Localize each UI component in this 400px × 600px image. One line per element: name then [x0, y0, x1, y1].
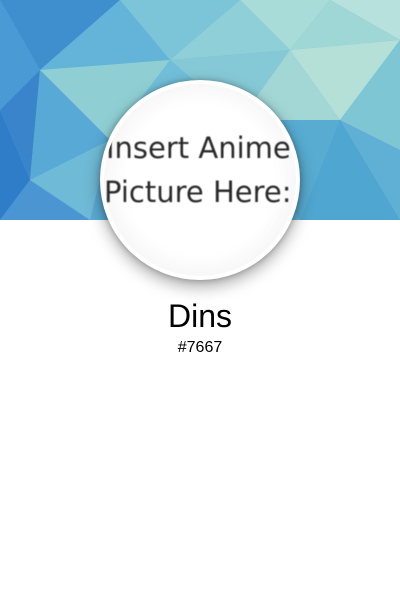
user-discriminator: #7667: [177, 339, 223, 356]
avatar-text-line-2: Picture Here:: [104, 175, 292, 209]
username: Dins: [167, 298, 232, 334]
avatar-placeholder-text: Insert Anime Picture Here:: [104, 126, 296, 214]
avatar-text-line-1: Insert Anime: [106, 131, 291, 165]
profile-card: Insert Anime Picture Here: Dins #7667: [0, 0, 400, 600]
avatar[interactable]: Insert Anime Picture Here:: [100, 80, 300, 280]
avatar-image: Insert Anime Picture Here:: [104, 84, 296, 276]
